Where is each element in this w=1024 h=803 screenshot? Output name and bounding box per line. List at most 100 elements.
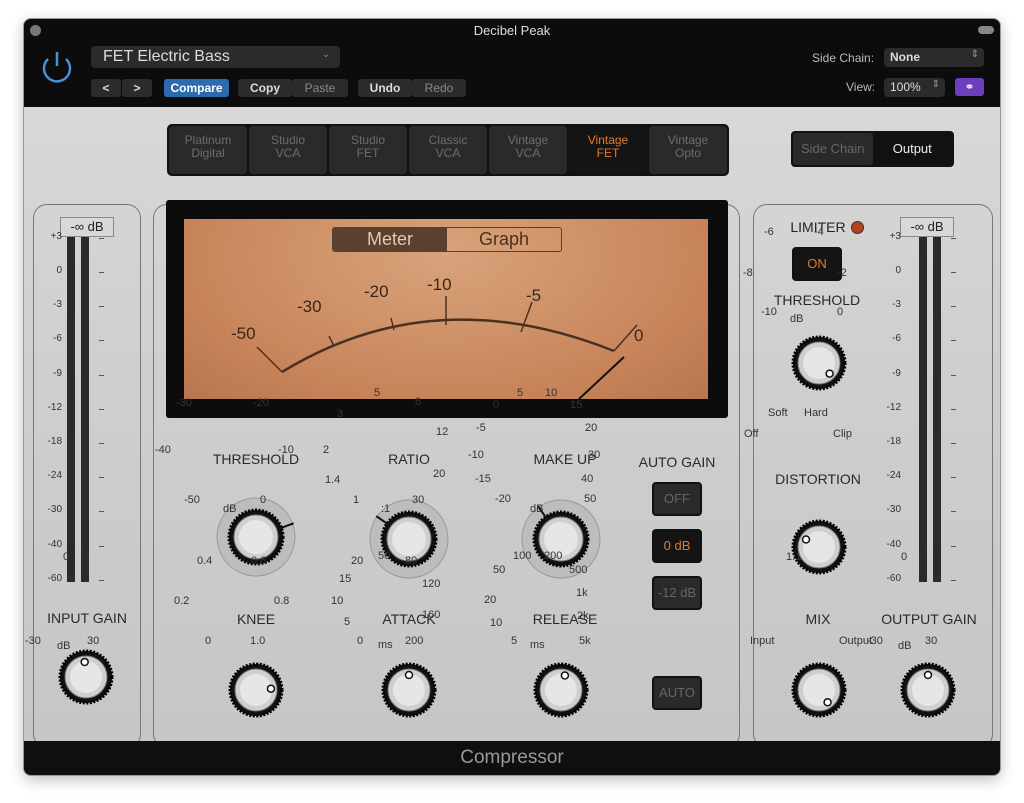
knob-scale-label: 0 bbox=[837, 306, 844, 318]
knee-knob[interactable] bbox=[228, 662, 284, 718]
model-line1: Studio bbox=[350, 133, 386, 147]
vu-tick bbox=[328, 335, 335, 347]
meter-scale-label: -30 bbox=[886, 504, 901, 515]
auto-gain-0db-button[interactable]: 0 dB bbox=[652, 529, 702, 563]
window-control[interactable] bbox=[978, 26, 994, 34]
knob-scale-label: 500 bbox=[569, 564, 588, 576]
threshold-label: THRESHOLD bbox=[212, 451, 300, 467]
knob-scale-label: 1k bbox=[576, 587, 588, 599]
meter-scale-label: -24 bbox=[47, 470, 62, 481]
output-gain-label: OUTPUT GAIN bbox=[881, 611, 977, 627]
vu-meter: Meter Graph -50 -30 -20 -10 -5 0 bbox=[184, 219, 708, 399]
vu-label: -5 bbox=[526, 286, 542, 305]
limiter-on-button[interactable]: ON bbox=[792, 247, 842, 281]
model-button[interactable]: Vintage VCA bbox=[489, 126, 567, 174]
knob-scale-label: 0 bbox=[901, 551, 908, 563]
knob-scale-label: -10 bbox=[278, 444, 294, 456]
meter-scale-label: -9 bbox=[53, 368, 62, 379]
knob-scale-label: 30 bbox=[412, 494, 425, 506]
meter-tick bbox=[951, 375, 956, 376]
knob-scale-label: 8 bbox=[415, 396, 422, 408]
next-preset-button[interactable]: > bbox=[122, 79, 152, 97]
side-chain-tab[interactable]: Side Chain bbox=[793, 133, 873, 165]
level-meter-bar bbox=[919, 237, 927, 582]
knob-scale-label: 20 bbox=[585, 422, 598, 434]
knob-scale-label: Clip bbox=[833, 428, 852, 440]
knob-scale-label: -30 bbox=[25, 635, 41, 647]
level-meter-bar bbox=[933, 237, 941, 582]
distortion-knob[interactable] bbox=[791, 519, 847, 575]
prev-preset-button[interactable]: < bbox=[91, 79, 121, 97]
meter-scale-label: -60 bbox=[886, 573, 901, 584]
meter-scale-label: -12 bbox=[47, 402, 62, 413]
meter-tick bbox=[951, 272, 956, 273]
output-tab[interactable]: Output bbox=[873, 133, 953, 165]
mix-knob[interactable] bbox=[791, 662, 847, 718]
updown-icon: ⇕ bbox=[970, 49, 979, 60]
vu-needle bbox=[578, 356, 625, 399]
meter-scale-label: 0 bbox=[895, 265, 901, 276]
output-gain-knob[interactable] bbox=[900, 662, 956, 718]
limiter-led bbox=[851, 221, 864, 234]
plugin-body: Platinum Digital Studio VCA Studio FET Classic… bbox=[24, 107, 1000, 748]
meter-tick bbox=[951, 409, 956, 410]
redo-button[interactable]: Redo bbox=[412, 79, 466, 97]
knob-scale-label: dB bbox=[57, 640, 71, 652]
undo-button[interactable]: Undo bbox=[358, 79, 412, 97]
attack-knob[interactable] bbox=[381, 662, 437, 718]
preset-menu[interactable]: FET Electric Bass ⌄ bbox=[91, 46, 340, 68]
updown-icon: ⇕ bbox=[931, 79, 940, 90]
chevron-down-icon: ⌄ bbox=[321, 49, 330, 60]
side-chain-value: None bbox=[890, 50, 920, 64]
auto-gain-minus12-button[interactable]: -12 dB bbox=[652, 576, 702, 610]
knob-scale-label: 20 bbox=[351, 555, 364, 567]
release-knob[interactable] bbox=[533, 662, 589, 718]
knob-scale-label: Hard bbox=[804, 407, 828, 419]
link-button[interactable]: ⚭ bbox=[955, 78, 984, 96]
copy-button[interactable]: Copy bbox=[238, 79, 292, 97]
knob-scale-label: 50 bbox=[378, 550, 391, 562]
knob-scale-label: 12 bbox=[436, 426, 449, 438]
knob-scale-label: -6 bbox=[764, 226, 774, 238]
meter-tick bbox=[99, 443, 104, 444]
knob-scale-label: 30 bbox=[588, 449, 601, 461]
compare-button[interactable]: Compare bbox=[164, 79, 229, 97]
meter-tick bbox=[951, 580, 956, 581]
auto-gain-off-button[interactable]: OFF bbox=[652, 482, 702, 516]
meter-scale-label: -40 bbox=[886, 539, 901, 550]
input-gain-knob[interactable] bbox=[58, 649, 114, 705]
model-button[interactable]: Vintage FET bbox=[569, 126, 647, 174]
model-line2: VCA bbox=[515, 146, 541, 160]
input-level-readout: -∞ dB bbox=[60, 217, 114, 237]
knob-scale-label: 5 bbox=[517, 387, 524, 399]
meter-tick bbox=[951, 477, 956, 478]
knob-scale-label: 0 bbox=[63, 551, 70, 563]
release-auto-button[interactable]: AUTO bbox=[652, 676, 702, 710]
model-button[interactable]: Studio FET bbox=[329, 126, 407, 174]
knob-scale-label: 0.6 bbox=[251, 555, 267, 567]
knob-scale-label: 15 bbox=[339, 573, 352, 585]
paste-button[interactable]: Paste bbox=[292, 79, 348, 97]
knob-scale-label: 0 bbox=[357, 635, 364, 647]
meter-tick bbox=[951, 340, 956, 341]
knob-scale-label: -5 bbox=[476, 422, 486, 434]
meter-tick bbox=[99, 272, 104, 273]
meter-tick bbox=[99, 238, 104, 239]
knob-scale-label: 5k bbox=[579, 635, 591, 647]
header: Decibel Peak FET Electric Bass ⌄ < > Comp… bbox=[24, 19, 1000, 107]
knob-scale-label: dB bbox=[898, 640, 912, 652]
model-line1: Classic bbox=[428, 133, 468, 147]
model-button[interactable]: Studio VCA bbox=[249, 126, 327, 174]
level-meter-bar bbox=[81, 237, 89, 582]
knob-scale-label: :1 bbox=[381, 503, 391, 515]
model-button[interactable]: Classic VCA bbox=[409, 126, 487, 174]
limiter-threshold-knob[interactable] bbox=[791, 335, 847, 391]
vu-meter-frame: Meter Graph -50 -30 -20 -10 -5 0 bbox=[166, 200, 728, 418]
view-select[interactable]: 100% ⇕ bbox=[884, 78, 945, 97]
knob-scale-label: 5 bbox=[374, 387, 381, 399]
power-icon[interactable] bbox=[38, 49, 76, 87]
side-chain-select[interactable]: None ⇕ bbox=[884, 48, 984, 67]
vu-label: 0 bbox=[634, 326, 644, 345]
model-button[interactable]: Vintage Opto bbox=[649, 126, 727, 174]
model-button[interactable]: Platinum Digital bbox=[169, 126, 247, 174]
